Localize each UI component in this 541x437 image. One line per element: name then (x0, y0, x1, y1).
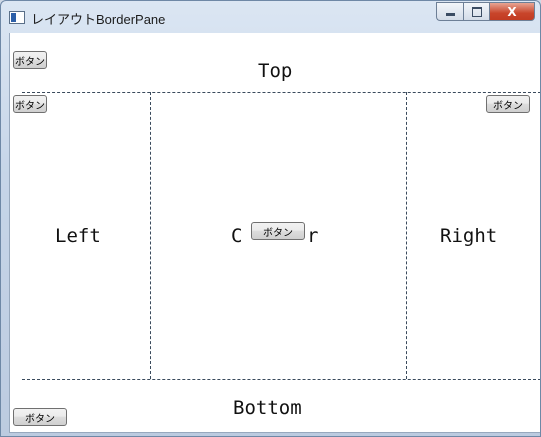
window-app-icon[interactable] (9, 11, 25, 24)
center-label-start: C (231, 225, 243, 247)
title-bar[interactable]: レイアウトBorderPane X (1, 1, 540, 33)
left-button[interactable]: ボタン (13, 95, 47, 113)
maximize-icon (471, 6, 482, 17)
bottom-divider (22, 379, 540, 380)
center-label-end: r (307, 225, 319, 247)
app-window: レイアウトBorderPane X ボタン Top ボタン Left C ボタン… (0, 0, 541, 437)
window-title: レイアウトBorderPane (31, 12, 166, 27)
border-pane: ボタン Top ボタン Left C ボタン r ボタン Right ボタン B… (9, 33, 540, 433)
top-divider (22, 92, 540, 93)
bottom-button[interactable]: ボタン (13, 408, 67, 426)
right-button[interactable]: ボタン (486, 95, 530, 113)
top-label: Top (258, 60, 293, 82)
window-controls: X (436, 2, 535, 22)
maximize-button[interactable] (463, 2, 489, 21)
close-button[interactable]: X (489, 2, 535, 21)
right-label: Right (440, 225, 498, 247)
minimize-button[interactable] (436, 2, 463, 21)
left-label: Left (55, 225, 101, 247)
right-divider (406, 92, 407, 379)
minimize-icon (445, 13, 455, 16)
close-icon: X (507, 4, 517, 19)
bottom-label: Bottom (233, 397, 302, 419)
center-button[interactable]: ボタン (251, 222, 305, 240)
left-divider (150, 92, 151, 379)
top-button[interactable]: ボタン (13, 51, 47, 69)
